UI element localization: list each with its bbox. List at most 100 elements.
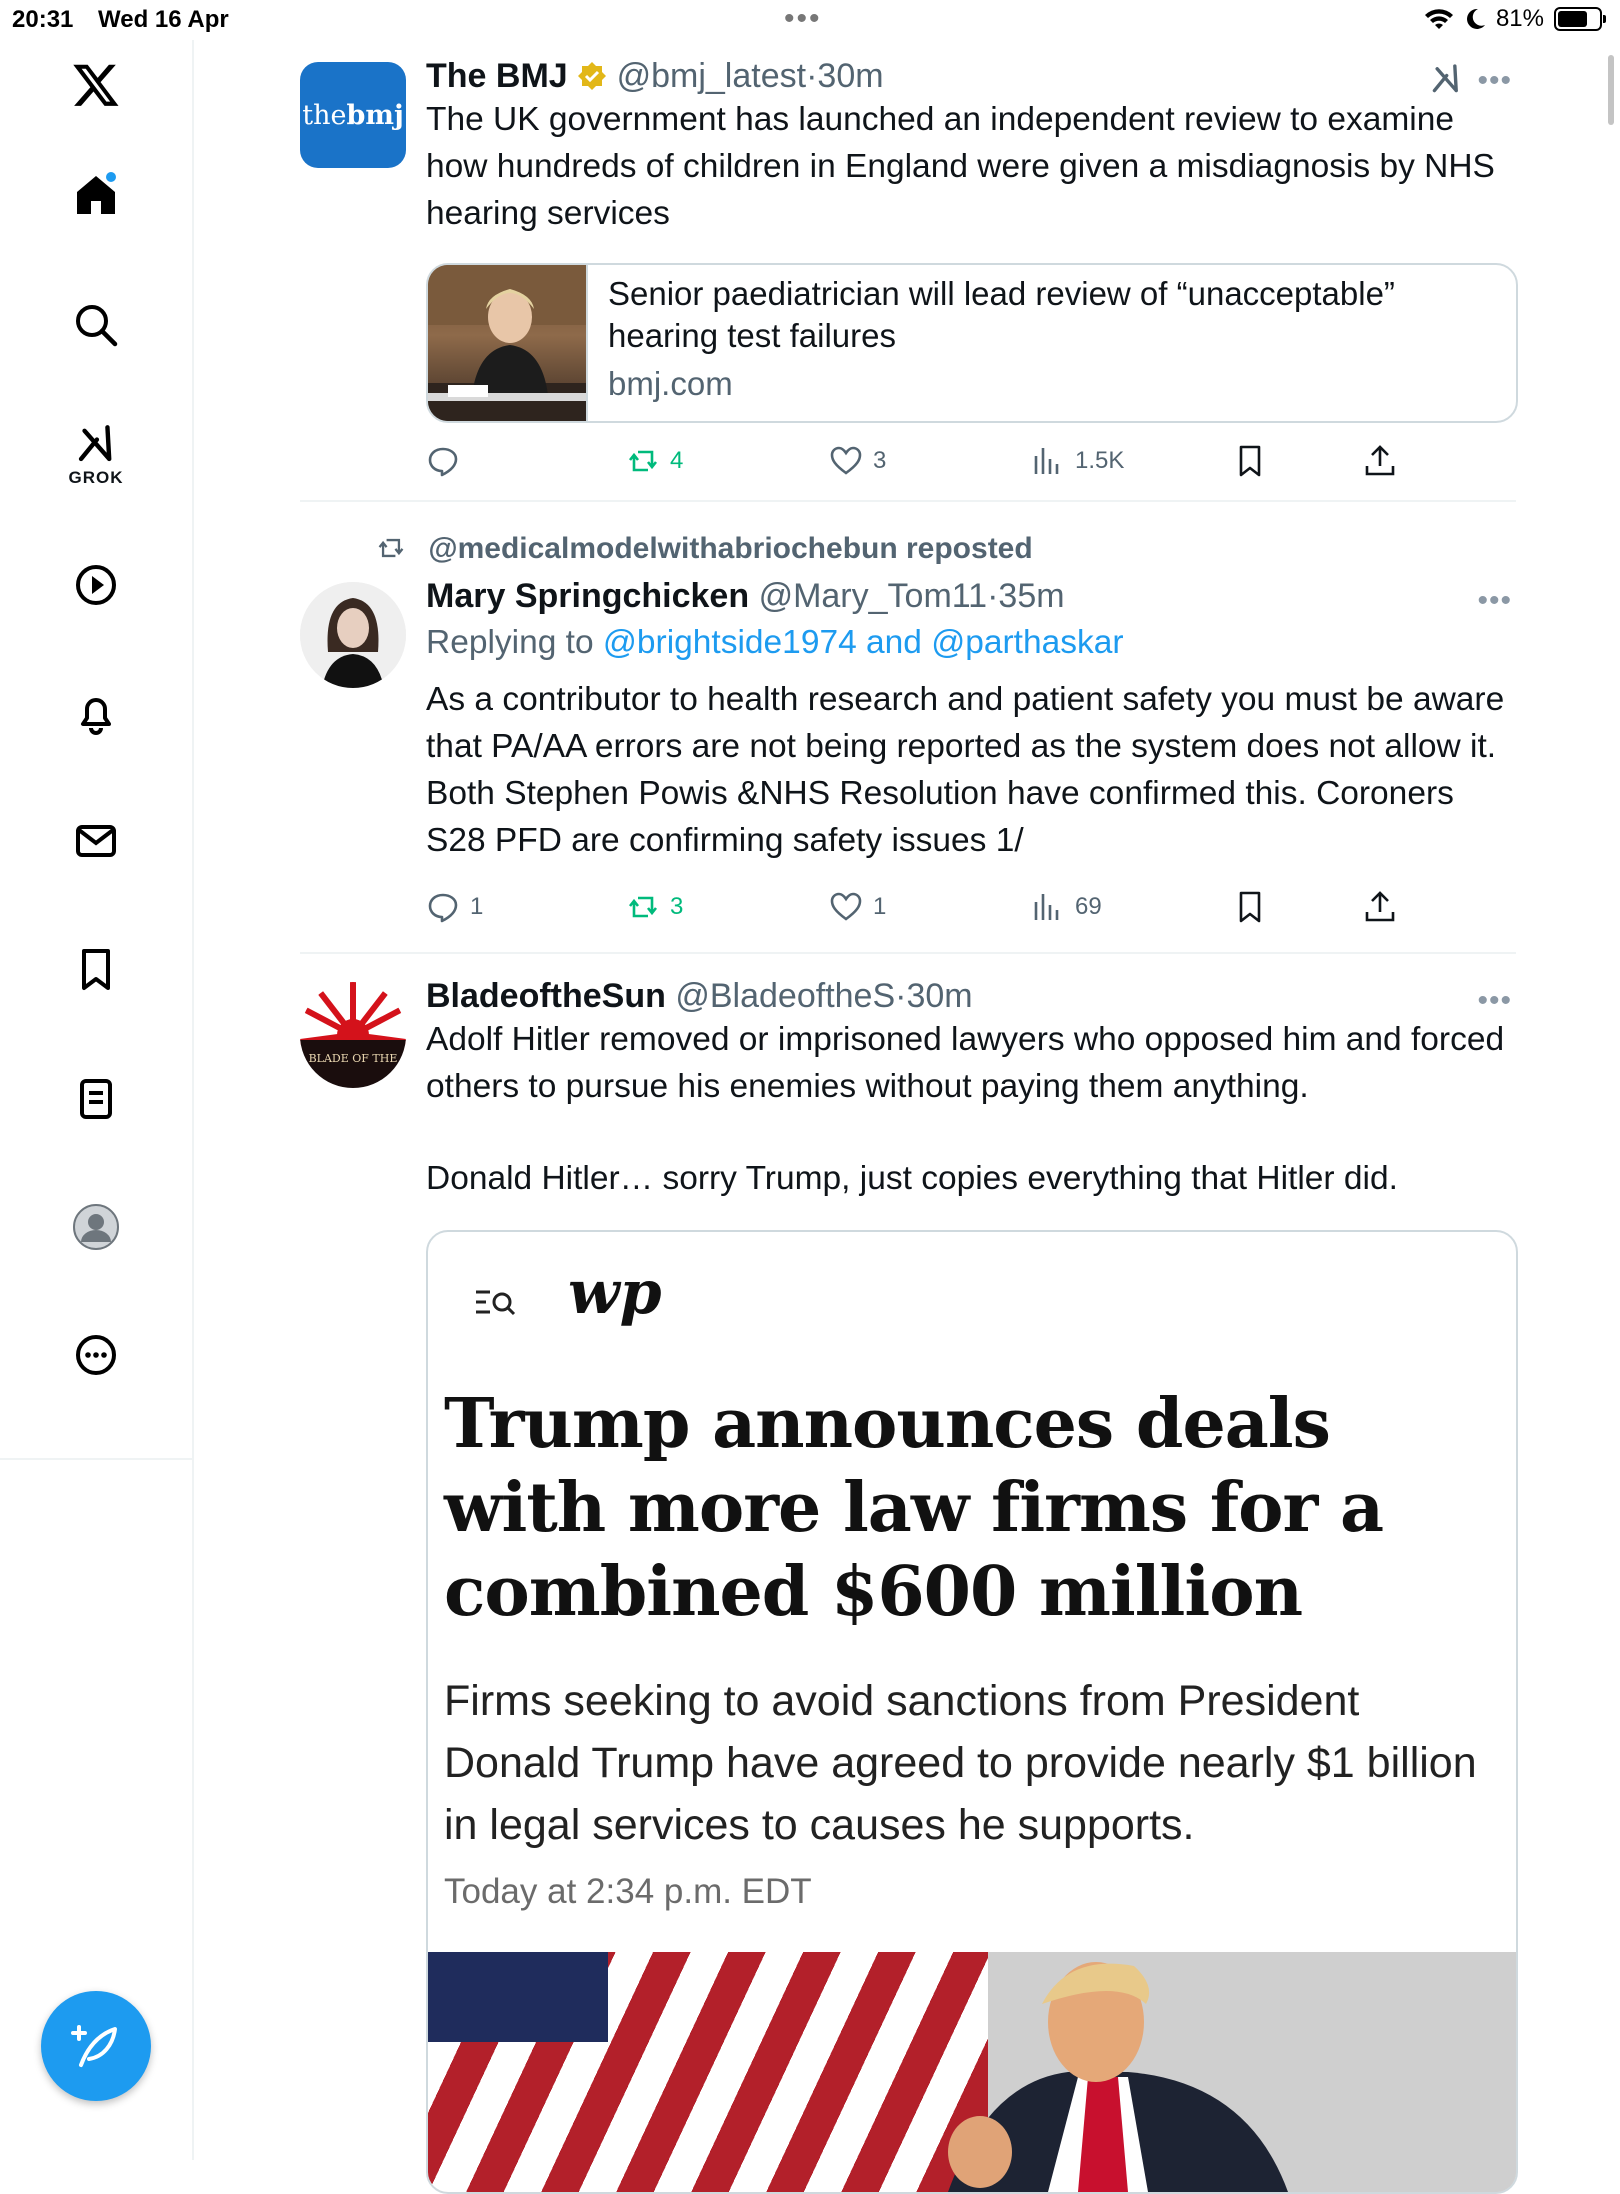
wifi-icon (1424, 9, 1453, 29)
mary-avatar[interactable] (300, 582, 406, 688)
author-handle[interactable]: @BladeoftheS (675, 977, 895, 1015)
grok-label: GROK (68, 468, 124, 487)
repost-indicator[interactable]: @medicalmodelwithabriochebun reposted (374, 532, 1033, 566)
tweet-header: The BMJ @bmj_latest·30m (426, 56, 1516, 96)
notifications-bell-icon[interactable] (46, 668, 146, 758)
search-menu-icon (476, 1290, 516, 1316)
author-name[interactable]: The BMJ (426, 57, 568, 95)
bladeofthesun-avatar[interactable]: BLADE OF THE (300, 982, 406, 1088)
share-button[interactable] (1363, 890, 1397, 924)
reply-button[interactable]: 1 (426, 890, 483, 924)
tweet-text-paragraph-2: Donald Hitler… sorry Trump, just copies … (426, 1160, 1398, 1197)
like-button[interactable]: 1 (829, 890, 886, 924)
reply-bubble-icon (428, 447, 458, 477)
article-photo (428, 1952, 1516, 2192)
repost-count: 4 (670, 447, 684, 474)
card-title: Senior paediatrician will lead review of… (608, 275, 1395, 354)
author-handle[interactable]: @Mary_Tom11 (759, 577, 988, 615)
repost-button[interactable]: 4 (626, 444, 683, 478)
tweet-text-paragraph-1: Adolf Hitler removed or imprisoned lawye… (426, 1021, 1505, 1105)
battery-percent: 81% (1495, 5, 1544, 32)
heart-icon (830, 892, 862, 921)
scrollbar[interactable] (1608, 55, 1614, 125)
post-time[interactable]: 30m (906, 977, 972, 1015)
views-bars-icon (1034, 448, 1059, 474)
mary-avatar-photo (300, 582, 406, 688)
post-time[interactable]: 35m (998, 577, 1064, 615)
views-button[interactable]: 1.5K (1031, 444, 1124, 478)
home-icon[interactable] (46, 150, 146, 240)
bookmarks-icon[interactable] (46, 924, 146, 1014)
like-button[interactable]: 3 (829, 444, 886, 478)
share-upload-icon (1365, 891, 1395, 922)
dot-separator: · (895, 977, 907, 1015)
grok-icon[interactable]: GROK (46, 410, 146, 500)
tweet-divider (300, 952, 1516, 954)
tweet-bladeofthesun[interactable]: BLADE OF THE BladeoftheSun @BladeoftheS·… (300, 974, 1518, 2194)
more-options-icon[interactable]: ••• (1477, 584, 1512, 618)
views-count: 1.5K (1075, 447, 1125, 474)
tweet-actions: 4 3 1.5K (426, 444, 1436, 490)
attached-image-washington-post[interactable]: wp Trump announces deals with more law f… (426, 1230, 1518, 2194)
bmj-logo-text: thebmj (302, 99, 404, 131)
video-icon[interactable] (46, 540, 146, 630)
tweet-bmj[interactable]: thebmj The BMJ @bmj_latest·30m ••• The U… (300, 54, 1518, 494)
bookmark-button[interactable] (1233, 890, 1267, 924)
more-options-icon[interactable]: ••• (1477, 984, 1512, 1018)
author-name[interactable]: BladeoftheSun (426, 977, 666, 1015)
grok-post-icon[interactable] (1428, 62, 1464, 96)
status-bar: 20:31 Wed 16 Apr ••• 81% (0, 0, 1620, 40)
profile-avatar-icon[interactable] (46, 1182, 146, 1272)
dot-separator: · (806, 57, 818, 95)
article-headline: Trump announces deals with more law firm… (444, 1384, 1384, 1632)
compose-post-button[interactable] (41, 1991, 151, 2101)
battery-icon (1554, 7, 1606, 31)
repost-count: 3 (670, 893, 684, 920)
replying-to-line: Replying to @brightside1974 and @parthas… (426, 618, 1516, 668)
washington-post-logo: wp (568, 1258, 662, 1328)
article-subheadline: Firms seeking to avoid sanctions from Pr… (444, 1677, 1477, 1849)
share-button[interactable] (1363, 444, 1397, 478)
status-indicators: 81% (1424, 5, 1606, 33)
tweet-divider (300, 500, 1516, 502)
tweet-actions: 1 3 1 69 (426, 890, 1436, 936)
bookmark-button[interactable] (1233, 444, 1267, 478)
x-logo-icon[interactable] (46, 40, 146, 130)
battery-fill (1558, 11, 1587, 27)
card-text: Senior paediatrician will lead review of… (608, 273, 1486, 405)
reply-bubble-icon (428, 893, 458, 923)
bmj-avatar[interactable]: thebmj (300, 62, 406, 168)
woman-speaking-photo (428, 265, 586, 421)
views-count: 69 (1075, 893, 1102, 920)
like-count: 1 (873, 893, 887, 920)
post-time[interactable]: 30m (817, 57, 883, 95)
repost-button[interactable]: 3 (626, 890, 683, 924)
views-button[interactable]: 69 (1031, 890, 1102, 924)
replying-prefix: Replying to (426, 624, 594, 661)
status-time: 20:31 (12, 6, 74, 33)
sidebar: GROK (0, 40, 194, 2160)
moon-icon (1466, 8, 1485, 29)
author-name[interactable]: Mary Springchicken (426, 577, 749, 615)
reply-button[interactable] (426, 444, 470, 478)
like-count: 3 (873, 447, 887, 474)
repost-icon (628, 450, 658, 472)
tweet-text: As a contributor to health research and … (426, 681, 1505, 859)
link-card[interactable]: Senior paediatrician will lead review of… (426, 263, 1518, 423)
replying-to-handles[interactable]: @brightside1974 and @parthaskar (603, 624, 1124, 661)
tweet-content: Mary Springchicken @Mary_Tom11·35m ••• R… (426, 576, 1516, 864)
rising-sun-avatar-image: BLADE OF THE (300, 982, 406, 1088)
repost-indicator-icon (378, 538, 404, 558)
heart-icon (830, 446, 862, 475)
messages-envelope-icon[interactable] (46, 796, 146, 886)
feather-plus-icon (71, 2025, 117, 2067)
more-options-icon[interactable]: ••• (1477, 64, 1512, 98)
more-options-icon[interactable] (46, 1310, 146, 1400)
multitasking-dots[interactable]: ••• (784, 2, 822, 36)
avatar-caption: BLADE OF THE (309, 1052, 398, 1065)
tweet-header: Mary Springchicken @Mary_Tom11·35m (426, 576, 1516, 616)
lists-icon[interactable] (46, 1054, 146, 1144)
author-handle[interactable]: @bmj_latest (617, 57, 806, 95)
tweet-mary-springchicken[interactable]: @medicalmodelwithabriochebun reposted Ma… (300, 528, 1516, 938)
search-icon[interactable] (46, 280, 146, 370)
